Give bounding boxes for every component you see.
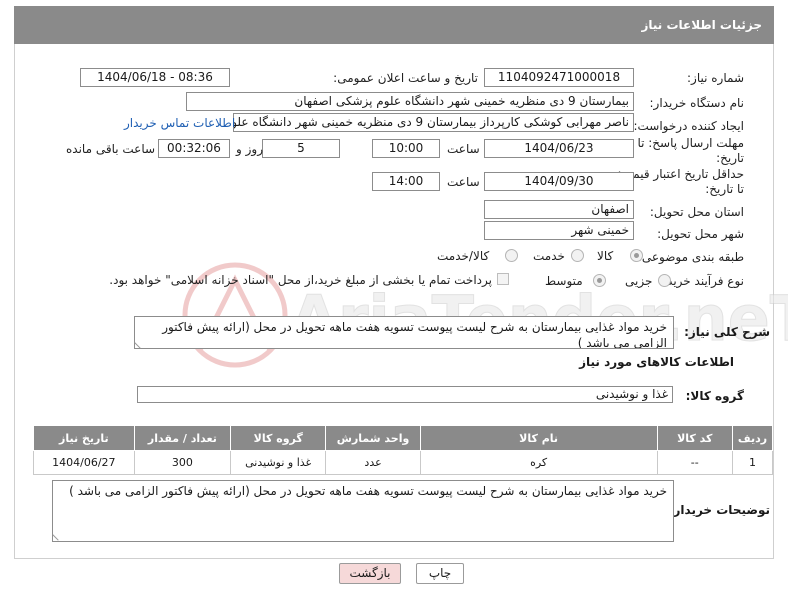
cell-code: -- (656, 450, 733, 475)
category-option-goods: کالا (597, 249, 614, 263)
need-number-field: 1104092471000018 (484, 68, 634, 87)
category-radio-goods[interactable] (630, 249, 643, 262)
buyer-notes-label: توضیحات خریدار: (668, 503, 770, 517)
col-date: تاریخ نیاز (33, 425, 135, 451)
days-label: روز و (236, 142, 263, 156)
requester-field: ناصر مهرابی کوشکی کارپرداز بیمارستان 9 د… (233, 113, 634, 132)
col-qty: تعداد / مقدار (133, 425, 232, 451)
table-row: 1 -- کره عدد غذا و نوشیدنی 300 1404/06/2… (33, 450, 774, 475)
col-code: کد کالا (656, 425, 733, 451)
requester-label: ایجاد کننده درخواست: (633, 119, 744, 133)
cell-qty: 300 (133, 450, 232, 475)
buyer-notes-field: خرید مواد غذایی بیمارستان به شرح لیست پی… (52, 480, 674, 542)
process-radio-medium[interactable] (593, 274, 606, 287)
buyer-contact-link[interactable]: اطلاعات تماس خریدار (124, 116, 235, 130)
reply-time-label: ساعت (447, 142, 480, 156)
remaining-time-label: ساعت باقی مانده (66, 142, 156, 156)
reply-date-field: 1404/06/23 (484, 139, 634, 158)
page-title: جزئیات اطلاعات نیاز (641, 18, 762, 32)
goods-table-header: ردیف کد کالا نام کالا واحد شمارش گروه کا… (33, 425, 774, 451)
print-button[interactable]: چاپ (416, 563, 464, 584)
cell-date: 1404/06/27 (33, 450, 135, 475)
col-unit: واحد شمارش (325, 425, 421, 451)
col-row: ردیف (731, 425, 774, 451)
goods-table: ردیف کد کالا نام کالا واحد شمارش گروه کا… (33, 425, 774, 475)
purchase-process-label: نوع فرآیند خرید : (659, 274, 744, 288)
price-validity-label: حداقل تاریخ اعتبار قیمت: (617, 167, 744, 181)
announce-field: 1404/06/18 - 08:36 (80, 68, 230, 87)
province-label: استان محل تحویل: (649, 205, 744, 219)
buyer-org-field: بیمارستان 9 دی منظریه خمینی شهر دانشگاه … (186, 92, 634, 111)
back-button[interactable]: بازگشت (339, 563, 401, 584)
announce-label: تاریخ و ساعت اعلان عمومی: (333, 71, 478, 85)
buyer-org-label: نام دستگاه خریدار: (649, 96, 745, 110)
cell-name: کره (419, 450, 658, 475)
cell-unit: عدد (325, 450, 421, 475)
reply-deadline-label-2: تاریخ: (716, 151, 744, 165)
col-group: گروه کالا (230, 425, 327, 451)
need-number-label: شماره نیاز: (687, 71, 744, 85)
category-label: طبقه بندی موضوعی: (637, 250, 744, 264)
price-validity-time-field: 14:00 (372, 172, 440, 191)
treasury-checkbox[interactable] (497, 273, 509, 285)
category-radio-service[interactable] (571, 249, 584, 262)
process-option-minor: جزیی (625, 274, 653, 288)
cell-row: 1 (731, 450, 774, 475)
goods-section-title: اطلاعات کالاهای مورد نیاز (579, 355, 734, 369)
general-description-label: شرح کلی نیاز: (684, 325, 770, 339)
province-field: اصفهان (484, 200, 634, 219)
goods-group-field: غذا و نوشیدنی (137, 386, 673, 403)
price-validity-label-2: تا تاریخ: (705, 182, 744, 196)
process-radio-minor[interactable] (658, 274, 671, 287)
city-field: خمینی شهر (484, 221, 634, 240)
category-option-goods-service: کالا/خدمت (437, 249, 490, 263)
city-label: شهر محل تحویل: (657, 227, 744, 241)
panel-header: جزئیات اطلاعات نیاز (14, 6, 774, 44)
reply-time-field: 10:00 (372, 139, 440, 158)
reply-deadline-label: مهلت ارسال پاسخ: تا (637, 136, 744, 150)
col-name: نام کالا (419, 425, 658, 451)
days-field: 5 (262, 139, 340, 158)
treasury-note: پرداخت تمام یا بخشی از مبلغ خرید،از محل … (109, 273, 492, 287)
price-validity-time-label: ساعت (447, 175, 480, 189)
category-radio-goods-service[interactable] (505, 249, 518, 262)
cell-group: غذا و نوشیدنی (230, 450, 327, 475)
price-validity-date-field: 1404/09/30 (484, 172, 634, 191)
process-option-medium: متوسط (545, 274, 583, 288)
category-option-service: خدمت (533, 249, 565, 263)
remaining-time-field: 00:32:06 (158, 139, 230, 158)
general-description-field: خرید مواد غذایی بیمارستان به شرح لیست پی… (134, 316, 674, 349)
goods-group-label: گروه کالا: (685, 389, 744, 403)
